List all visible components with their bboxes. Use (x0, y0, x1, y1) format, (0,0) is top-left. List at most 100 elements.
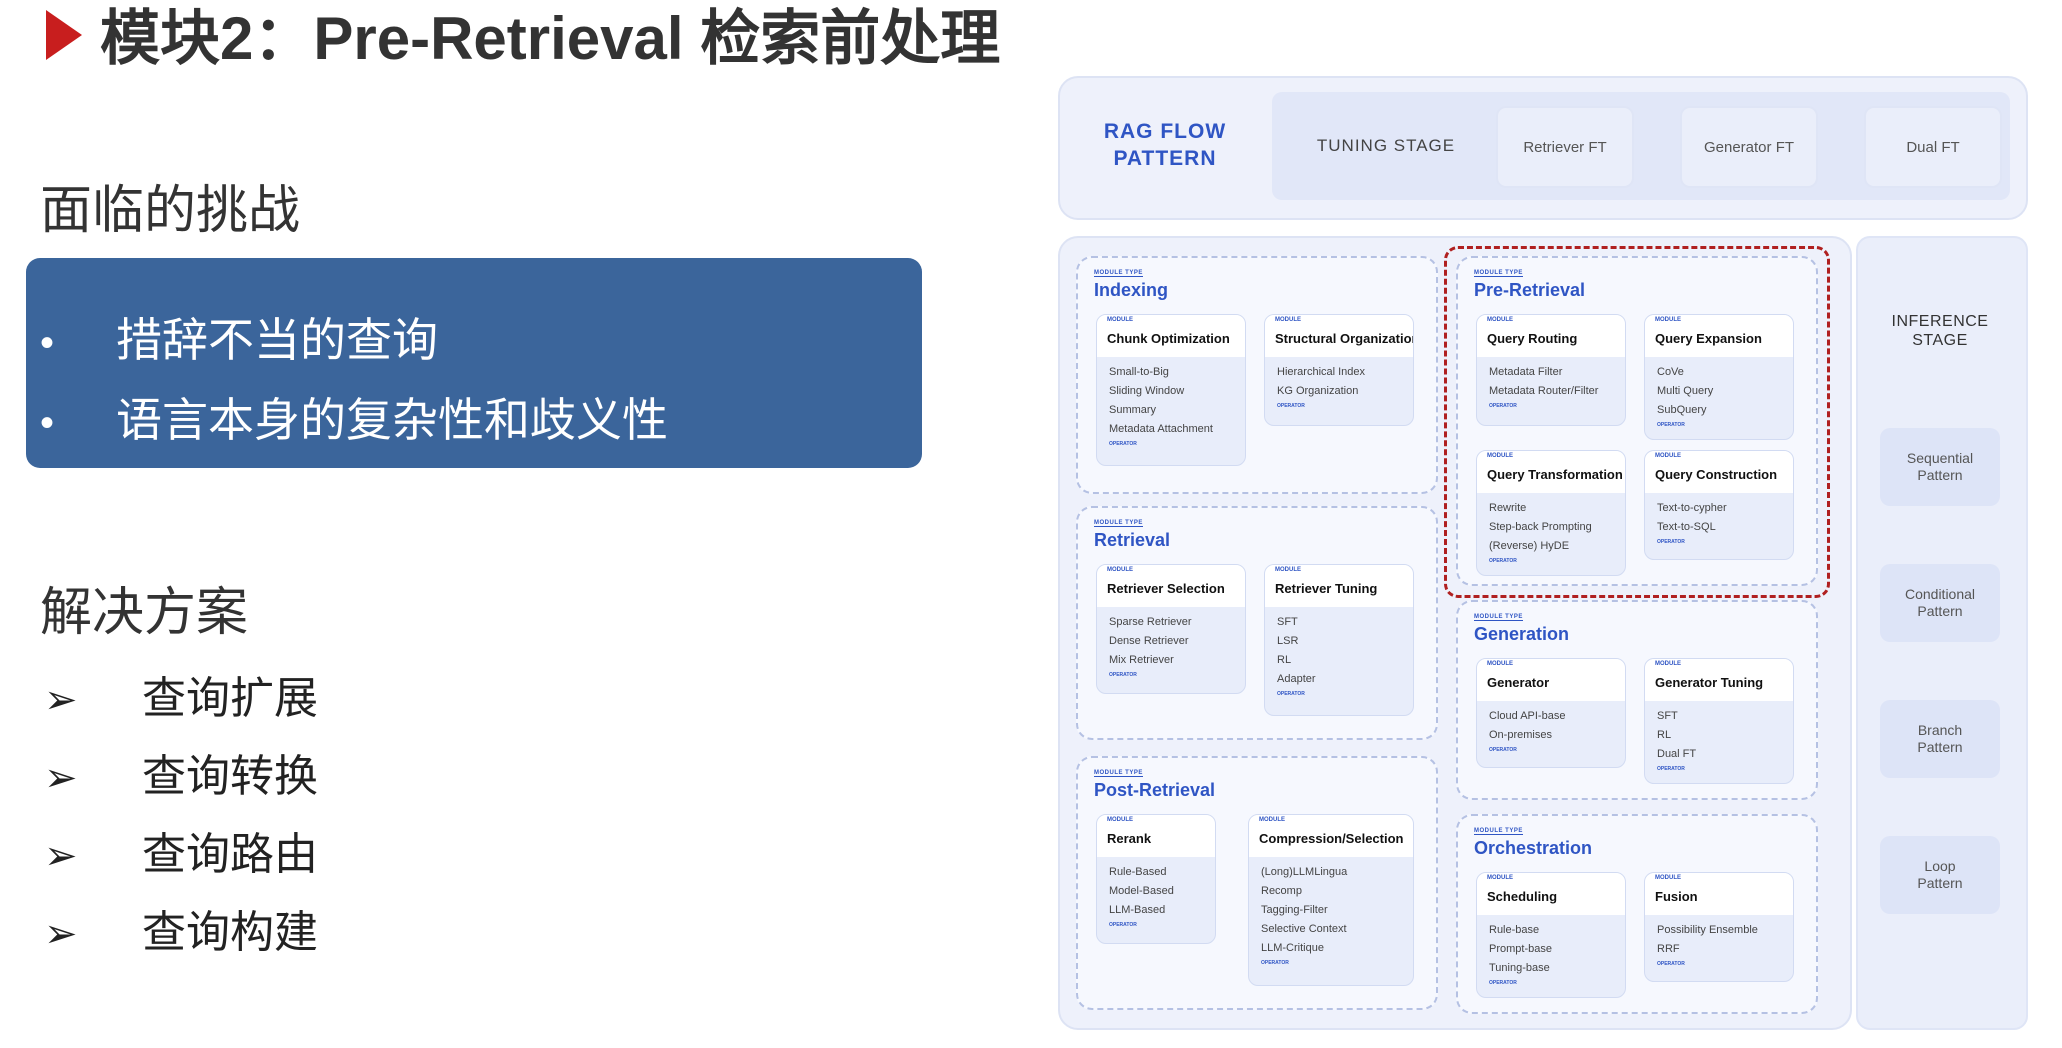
card-title: Retriever Tuning (1275, 581, 1378, 596)
structural-organization-card: MODULE Structural Organization Hierarchic… (1264, 314, 1414, 426)
operator-label: OPERATOR (1109, 441, 1137, 447)
card-title: Query Routing (1487, 331, 1578, 346)
generator-card: MODULE Generator Cloud API-base On-premis… (1476, 658, 1626, 768)
operator-item: Step-back Prompting (1489, 521, 1592, 533)
module-type-label: MODULE TYPE (1474, 270, 1523, 277)
retriever-tuning-card: MODULE Retriever Tuning SFT LSR RL Adapte… (1264, 564, 1414, 716)
pattern-line1: Branch (1917, 722, 1963, 738)
operator-item: Prompt-base (1489, 943, 1552, 955)
card-title: Scheduling (1487, 889, 1558, 904)
generator-ft-box: Generator FT (1680, 106, 1818, 188)
dual-ft-box: Dual FT (1864, 106, 2002, 188)
generator-tuning-card: MODULE Generator Tuning SFT RL Dual FT OP… (1644, 658, 1794, 784)
retrieval-group: MODULE TYPE Retrieval MODULE Retriever Se… (1076, 506, 1438, 740)
query-construction-card: MODULE Query Construction Text-to-cypher … (1644, 450, 1794, 560)
orchestration-title: Orchestration (1474, 838, 1593, 858)
module-label: MODULE (1487, 453, 1513, 459)
card-title: Structural Organization (1275, 331, 1414, 346)
module-label: MODULE (1259, 817, 1285, 823)
challenges-heading: 面临的挑战 (40, 182, 301, 240)
orchestration-group: MODULE TYPE Orchestration MODULE Scheduli… (1456, 814, 1818, 1014)
operator-item: Tuning-base (1489, 962, 1550, 974)
operator-label: OPERATOR (1657, 539, 1685, 545)
operator-label: OPERATOR (1261, 960, 1289, 966)
module-label: MODULE (1275, 317, 1301, 323)
post-retrieval-group: MODULE TYPE Post-Retrieval MODULE Rerank … (1076, 756, 1438, 1010)
operator-item: Dual FT (1657, 748, 1697, 760)
pre-retrieval-group: MODULE TYPE Pre-Retrieval MODULE Query Ro… (1456, 256, 1818, 586)
conditional-pattern-box: Conditional Pattern (1880, 564, 2000, 642)
fusion-card: MODULE Fusion Possibility Ensemble RRF OP… (1644, 872, 1794, 982)
card-title: Query Transformation (1487, 467, 1623, 482)
card-title: Fusion (1655, 889, 1698, 904)
module-label: MODULE (1655, 875, 1681, 881)
operator-item: Metadata Filter (1489, 366, 1563, 378)
bullet-dot-icon: • (40, 321, 55, 365)
module-label: MODULE (1655, 661, 1681, 667)
challenge-text: 措辞不当的查询 (116, 314, 438, 366)
pattern-line2: Pattern (1917, 875, 1963, 891)
inference-line1: INFERENCE (1891, 313, 1989, 330)
retriever-ft-box: Retriever FT (1496, 106, 1634, 188)
solution-text: 查询转换 (142, 752, 318, 801)
operator-label: OPERATOR (1109, 672, 1137, 678)
module-label: MODULE (1107, 817, 1133, 823)
pattern-line1: Conditional (1904, 586, 1976, 602)
card-title: Query Expansion (1655, 331, 1762, 346)
operator-item: Rule-Based (1109, 866, 1167, 878)
card-title: Query Construction (1655, 467, 1778, 482)
loop-pattern-box: Loop Pattern (1880, 836, 2000, 914)
branch-pattern-box: Branch Pattern (1880, 700, 2000, 778)
operator-item: Text-to-cypher (1657, 502, 1727, 514)
module-label: MODULE (1655, 317, 1681, 323)
operator-label: OPERATOR (1489, 747, 1517, 753)
module-type-label: MODULE TYPE (1094, 770, 1143, 777)
indexing-group: MODULE TYPE Indexing MODULE Chunk Optimiz… (1076, 256, 1438, 494)
module-label: MODULE (1655, 453, 1681, 459)
operator-item: Adapter (1277, 673, 1316, 685)
operator-item: Tagging-Filter (1261, 904, 1328, 916)
module-type-label: MODULE TYPE (1474, 614, 1523, 621)
operator-item: Rule-base (1489, 924, 1540, 936)
operator-item: Model-Based (1109, 885, 1174, 897)
module-label: MODULE (1275, 567, 1301, 573)
pattern-line2: Pattern (1917, 739, 1963, 755)
operator-item: On-premises (1489, 729, 1552, 741)
card-title: Rerank (1107, 831, 1152, 846)
operator-label: OPERATOR (1277, 403, 1305, 409)
operator-item: Text-to-SQL (1657, 521, 1716, 533)
operator-item: Metadata Router/Filter (1489, 385, 1599, 397)
card-title: Generator Tuning (1655, 675, 1764, 690)
operator-item: Small-to-Big (1109, 366, 1169, 378)
post-retrieval-title: Post-Retrieval (1094, 780, 1216, 800)
operator-item: Multi Query (1657, 385, 1714, 397)
tuning-stage-label: TUNING STAGE (1316, 136, 1456, 155)
retriever-selection-card: MODULE Retriever Selection Sparse Retriev… (1096, 564, 1246, 694)
operator-item: RL (1277, 654, 1292, 666)
pre-retrieval-title: Pre-Retrieval (1474, 280, 1586, 300)
query-routing-card: MODULE Query Routing Metadata Filter Meta… (1476, 314, 1626, 426)
arrowhead-bullet-icon: ➢ (44, 756, 78, 800)
challenge-text: 语言本身的复杂性和歧义性 (116, 394, 668, 446)
operator-item: KG Organization (1277, 385, 1359, 397)
operator-item: Selective Context (1261, 923, 1347, 935)
inference-stage-label: INFERENCE STAGE (1856, 312, 2024, 350)
bullet-dot-icon: • (40, 401, 55, 445)
operator-label: OPERATOR (1657, 961, 1685, 967)
rag-flow-pattern-label: RAG FLOW PATTERN (1070, 118, 1260, 172)
operator-item: Rewrite (1489, 502, 1527, 514)
title-arrow-icon (46, 10, 82, 60)
solution-item: ➢ 查询转换 (44, 740, 318, 804)
rerank-card: MODULE Rerank Rule-Based Model-Based LLM-… (1096, 814, 1216, 944)
rag-flow-line1: RAG FLOW (1103, 120, 1227, 143)
solution-item: ➢ 查询扩展 (44, 662, 318, 726)
module-label: MODULE (1487, 661, 1513, 667)
operator-label: OPERATOR (1277, 691, 1305, 697)
pattern-line2: Pattern (1917, 467, 1963, 483)
indexing-title: Indexing (1094, 280, 1169, 300)
module-label: MODULE (1107, 567, 1133, 573)
query-expansion-card: MODULE Query Expansion CoVe Multi Query S… (1644, 314, 1794, 440)
operator-label: OPERATOR (1489, 403, 1517, 409)
card-title: Compression/Selection (1259, 831, 1404, 846)
operator-item: Possibility Ensemble (1657, 924, 1758, 936)
